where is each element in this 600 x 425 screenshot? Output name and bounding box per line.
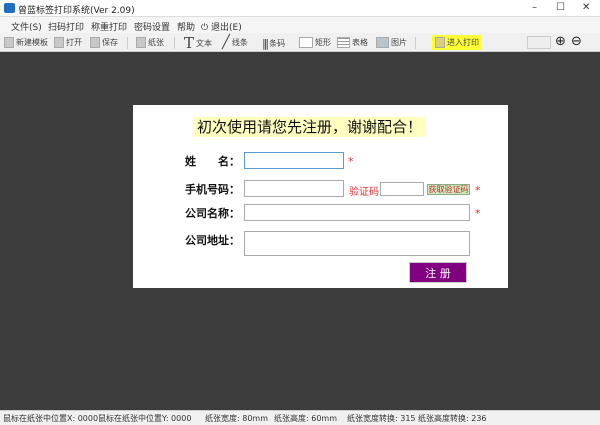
get-code-button[interactable]: 获取验证码 bbox=[427, 184, 470, 195]
new-template-button[interactable]: 新建模板 bbox=[4, 37, 48, 48]
barcode-icon: ||| bbox=[262, 37, 269, 50]
company-input[interactable] bbox=[244, 204, 470, 221]
app-icon bbox=[4, 3, 15, 13]
zoom-select[interactable] bbox=[527, 36, 551, 49]
required-mark: * bbox=[475, 184, 481, 197]
table-icon bbox=[337, 37, 350, 48]
rect-button[interactable]: 矩形 bbox=[299, 37, 331, 48]
code-label: 验证码 bbox=[349, 187, 379, 198]
title-bar: 曾蓝标签打印系统(Ver 2.09) – ☐ ✕ bbox=[0, 0, 600, 17]
address-input[interactable] bbox=[244, 231, 470, 256]
menu-weigh-print[interactable]: 称重打印 bbox=[91, 20, 127, 33]
minimize-button[interactable]: – bbox=[532, 2, 537, 13]
save-icon bbox=[90, 37, 100, 48]
width-conversion-status: 纸张宽度转换: 315 bbox=[347, 414, 416, 423]
paper-width-status: 纸张宽度: 80mm bbox=[205, 414, 269, 423]
window-title: 曾蓝标签打印系统(Ver 2.09) bbox=[18, 6, 135, 16]
menu-password[interactable]: 密码设置 bbox=[134, 20, 170, 33]
register-button[interactable]: 注 册 bbox=[409, 262, 467, 283]
open-button[interactable]: 打开 bbox=[54, 37, 82, 48]
maximize-button[interactable]: ☐ bbox=[556, 2, 565, 13]
menu-help[interactable]: 帮助 bbox=[177, 20, 195, 33]
separator bbox=[127, 37, 128, 49]
image-icon bbox=[376, 37, 389, 48]
code-input[interactable] bbox=[380, 182, 424, 196]
phone-label: 手机号码： bbox=[185, 183, 240, 196]
line-icon: ╱ bbox=[222, 35, 230, 50]
status-bar: 鼠标在纸张中位置X: 0000 鼠标在纸张中位置Y: 0000 纸张宽度: 80… bbox=[0, 410, 600, 425]
close-button[interactable]: ✕ bbox=[582, 2, 590, 13]
rectangle-icon bbox=[299, 37, 313, 48]
mouse-x-status: 鼠标在纸张中位置X: 0000 bbox=[3, 414, 99, 423]
name-input[interactable] bbox=[244, 152, 344, 169]
name-label: 姓 名： bbox=[185, 155, 240, 168]
zoom-in-icon[interactable]: ⊕ bbox=[555, 34, 566, 49]
paper-icon bbox=[136, 37, 146, 48]
paper-button[interactable]: 纸张 bbox=[136, 37, 164, 48]
power-icon: ⏻ bbox=[201, 23, 209, 33]
new-file-icon bbox=[4, 37, 14, 48]
menu-bar: 文件(S) 扫码打印 称重打印 密码设置 帮助 ⏻ 退出(E) bbox=[0, 17, 600, 33]
phone-input[interactable] bbox=[244, 180, 344, 197]
height-conversion-status: 纸张高度转换: 236 bbox=[418, 414, 487, 423]
required-mark: * bbox=[348, 155, 354, 168]
text-button[interactable]: T 文本 bbox=[184, 34, 212, 52]
required-mark: * bbox=[475, 207, 481, 220]
separator bbox=[415, 37, 416, 49]
address-label: 公司地址： bbox=[185, 234, 240, 247]
enter-print-button[interactable]: 进入打印 bbox=[432, 35, 482, 50]
menu-exit[interactable]: ⏻ 退出(E) bbox=[201, 20, 242, 33]
image-button[interactable]: 图片 bbox=[376, 37, 407, 48]
toolbar: 新建模板 打开 保存 纸张 T 文本 ╱ 线条 ||| 条码 矩形 表格 图片 进入打… bbox=[0, 33, 600, 52]
printer-icon bbox=[435, 37, 445, 48]
company-label: 公司名称： bbox=[185, 207, 240, 220]
folder-icon bbox=[54, 37, 64, 48]
separator bbox=[174, 37, 175, 49]
zoom-out-icon[interactable]: ⊖ bbox=[571, 34, 582, 49]
menu-file[interactable]: 文件(S) bbox=[11, 20, 42, 33]
dialog-title: 初次使用请您先注册，谢谢配合！ bbox=[193, 117, 427, 137]
paper-height-status: 纸张高度: 60mm bbox=[274, 414, 338, 423]
registration-dialog: 初次使用请您先注册，谢谢配合！ 姓 名： * 手机号码： 验证码 获取验证码 *… bbox=[133, 105, 508, 288]
table-button[interactable]: 表格 bbox=[337, 37, 368, 48]
menu-scan-print[interactable]: 扫码打印 bbox=[48, 20, 84, 33]
mouse-y-status: 鼠标在纸张中位置Y: 0000 bbox=[98, 414, 192, 423]
text-icon: T bbox=[184, 34, 195, 52]
line-button[interactable]: ╱ 线条 bbox=[222, 35, 248, 50]
barcode-button[interactable]: ||| 条码 bbox=[262, 37, 285, 50]
save-button[interactable]: 保存 bbox=[90, 37, 118, 48]
